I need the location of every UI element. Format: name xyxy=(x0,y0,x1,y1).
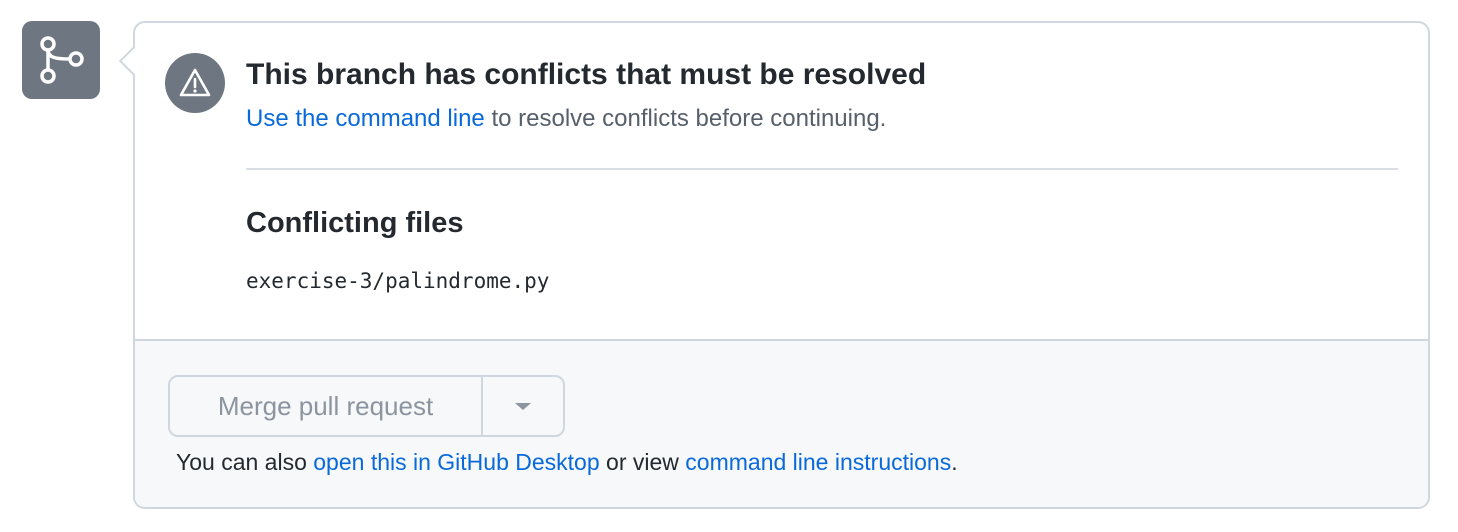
github-desktop-link[interactable]: open this in GitHub Desktop xyxy=(313,449,599,475)
alternative-options-text: You can also open this in GitHub Desktop… xyxy=(176,449,958,476)
command-line-instructions-link[interactable]: command line instructions xyxy=(685,449,951,475)
warning-badge xyxy=(165,53,225,113)
conflict-status-section: This branch has conflicts that must be r… xyxy=(135,23,1428,339)
conflicting-file: exercise-3/palindrome.py xyxy=(246,269,550,293)
command-line-link[interactable]: Use the command line xyxy=(246,105,485,132)
section-divider xyxy=(246,168,1398,170)
git-branch-icon xyxy=(40,36,84,84)
merge-method-dropdown-button[interactable] xyxy=(483,377,563,435)
merge-button-group: Merge pull request xyxy=(168,375,565,437)
alert-icon xyxy=(179,68,211,97)
triangle-down-icon xyxy=(515,402,531,410)
status-description-text: to resolve conflicts before continuing. xyxy=(484,105,887,132)
status-title: This branch has conflicts that must be r… xyxy=(246,58,927,91)
merge-footer: Merge pull request You can also open thi… xyxy=(135,339,1428,507)
alt-prefix: You can also xyxy=(176,449,314,475)
status-description: Use the command line to resolve conflict… xyxy=(246,105,886,133)
alt-suffix: . xyxy=(951,449,958,475)
branch-avatar xyxy=(22,21,100,99)
alt-middle: or view xyxy=(599,449,686,475)
conflicting-files-heading: Conflicting files xyxy=(246,207,464,239)
merge-pull-request-button[interactable]: Merge pull request xyxy=(170,377,483,435)
merge-status-card: This branch has conflicts that must be r… xyxy=(118,21,1430,509)
